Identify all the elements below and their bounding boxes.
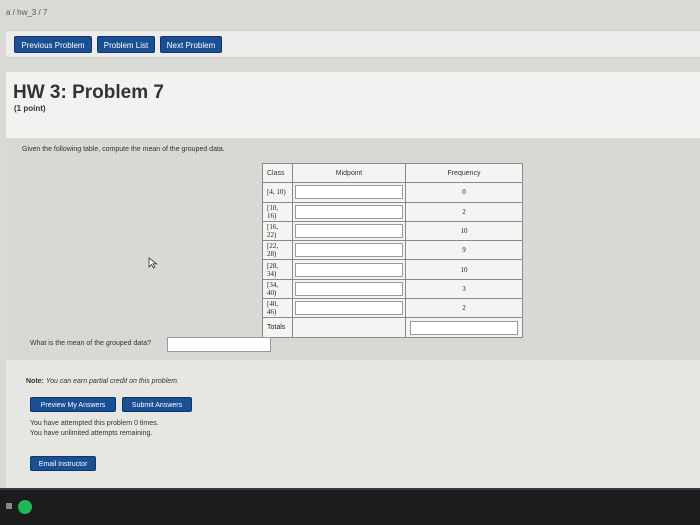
midpoint-input[interactable] bbox=[295, 224, 403, 239]
total-frequency-input[interactable] bbox=[410, 320, 518, 335]
frequency-cell: 2 bbox=[405, 298, 523, 319]
midpoint-input[interactable] bbox=[295, 301, 403, 316]
table-row: [40, 46) 2 bbox=[262, 298, 523, 319]
midpoint-cell bbox=[292, 278, 406, 300]
cursor-icon bbox=[148, 257, 158, 269]
attempts-info: You have attempted this problem 0 times.… bbox=[30, 419, 159, 439]
totals-label: Totals bbox=[262, 317, 293, 338]
next-problem-button[interactable]: Next Problem bbox=[160, 36, 222, 53]
table-row: [28, 34) 10 bbox=[262, 259, 523, 280]
breadcrumb: a / hw_3 / 7 bbox=[6, 8, 48, 17]
column-header-class: Class bbox=[262, 162, 293, 184]
grouped-data-table: Class Midpoint Frequency [4, 10) 0 [10, … bbox=[262, 162, 523, 338]
class-cell: [10, 16) bbox=[262, 201, 293, 222]
mean-answer-input[interactable] bbox=[167, 337, 271, 352]
problem-header: HW 3: Problem 7 (1 point) bbox=[6, 72, 700, 138]
previous-problem-button[interactable]: Previous Problem bbox=[14, 36, 92, 53]
email-instructor-button[interactable]: Email Instructor bbox=[30, 456, 96, 471]
midpoint-cell bbox=[292, 240, 406, 261]
frequency-cell: 9 bbox=[405, 240, 523, 261]
midpoint-cell bbox=[292, 182, 406, 203]
table-row: [22, 28) 9 bbox=[262, 240, 523, 261]
problem-nav-bar: Previous Problem Problem List Next Probl… bbox=[6, 30, 700, 58]
column-header-frequency: Frequency bbox=[405, 162, 523, 184]
note-label: Note: bbox=[26, 378, 44, 385]
midpoint-input[interactable] bbox=[295, 185, 403, 200]
class-cell: [40, 46) bbox=[262, 298, 293, 319]
class-cell: [4, 10) bbox=[262, 182, 293, 203]
points-label: (1 point) bbox=[14, 104, 46, 113]
problem-prompt: Given the following table, compute the m… bbox=[22, 146, 225, 153]
totals-midpoint-cell bbox=[292, 317, 406, 338]
class-cell: [16, 22) bbox=[262, 220, 293, 242]
frequency-cell: 10 bbox=[405, 220, 523, 242]
midpoint-input[interactable] bbox=[295, 262, 403, 277]
note-text: You can earn partial credit on this prob… bbox=[45, 378, 179, 385]
problem-body: Given the following table, compute the m… bbox=[6, 138, 700, 360]
midpoint-cell bbox=[292, 259, 406, 280]
frequency-cell: 0 bbox=[405, 182, 523, 203]
table-row: [34, 40) 3 bbox=[262, 278, 523, 300]
totals-row: Totals bbox=[262, 317, 523, 338]
start-icon[interactable] bbox=[6, 503, 12, 509]
class-cell: [22, 28) bbox=[262, 240, 293, 261]
table-row: [10, 16) 2 bbox=[262, 201, 523, 222]
table-header-row: Class Midpoint Frequency bbox=[262, 162, 523, 184]
frequency-cell: 10 bbox=[405, 259, 523, 280]
column-header-midpoint: Midpoint bbox=[292, 162, 406, 184]
preview-answers-button[interactable]: Preview My Answers bbox=[30, 397, 116, 412]
midpoint-input[interactable] bbox=[295, 243, 403, 258]
page-title: HW 3: Problem 7 bbox=[13, 82, 164, 103]
midpoint-cell bbox=[292, 298, 406, 319]
midpoint-cell bbox=[292, 220, 406, 242]
frequency-cell: 2 bbox=[405, 201, 523, 222]
frequency-cell: 3 bbox=[405, 278, 523, 300]
remaining-text: You have unlimited attempts remaining. bbox=[30, 430, 153, 437]
taskbar bbox=[0, 490, 700, 525]
attempted-text: You have attempted this problem 0 times. bbox=[30, 420, 159, 427]
table-row: [16, 22) 10 bbox=[262, 220, 523, 242]
submit-answers-button[interactable]: Submit Answers bbox=[122, 397, 192, 412]
problem-list-button[interactable]: Problem List bbox=[97, 36, 155, 53]
midpoint-cell bbox=[292, 201, 406, 222]
midpoint-input[interactable] bbox=[295, 204, 403, 219]
totals-frequency-cell bbox=[405, 317, 523, 338]
class-cell: [28, 34) bbox=[262, 259, 293, 280]
class-cell: [34, 40) bbox=[262, 278, 293, 300]
mean-question: What is the mean of the grouped data? bbox=[30, 340, 152, 347]
partial-credit-note: Note: You can earn partial credit on thi… bbox=[26, 378, 179, 385]
answer-controls: Note: You can earn partial credit on thi… bbox=[6, 360, 700, 490]
midpoint-input[interactable] bbox=[295, 281, 403, 296]
table-row: [4, 10) 0 bbox=[262, 182, 523, 203]
spotify-icon[interactable] bbox=[18, 500, 32, 514]
